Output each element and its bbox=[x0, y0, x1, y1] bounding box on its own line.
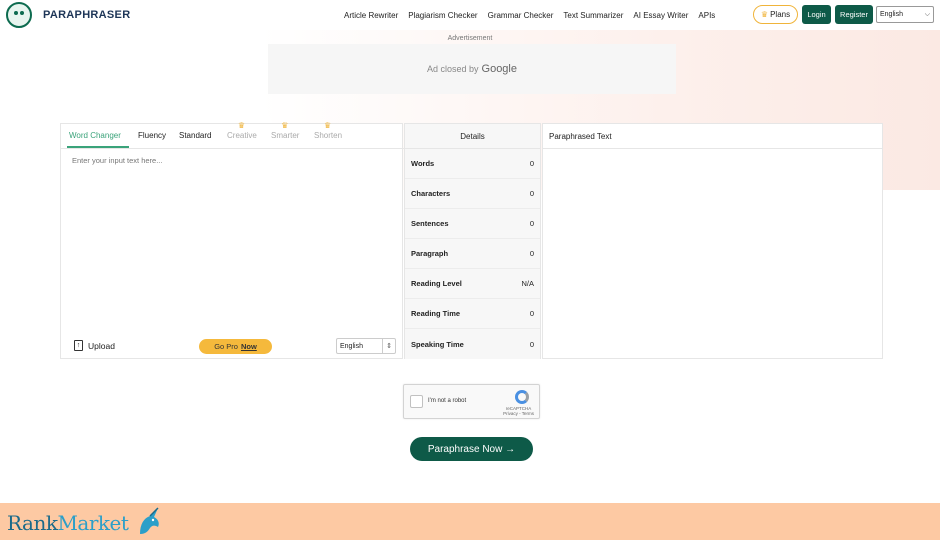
go-pro-button[interactable]: Go Pro Now bbox=[199, 339, 272, 354]
rankmarket-logo-part1: Rank bbox=[7, 511, 58, 535]
input-language-value: English bbox=[340, 342, 363, 350]
details-row-speaking-time: Speaking Time 0 bbox=[405, 329, 540, 359]
recaptcha-widget: I'm not a robot reCAPTCHA Privacy - Term… bbox=[403, 384, 540, 419]
output-panel: Paraphrased Text bbox=[542, 123, 883, 359]
paraphrase-tool: Word Changer Fluency Standard ♛ Creative … bbox=[60, 121, 883, 359]
details-label: Sentences bbox=[411, 219, 449, 228]
tab-standard[interactable]: Standard bbox=[179, 131, 211, 140]
details-title: Details bbox=[405, 124, 540, 149]
go-pro-label: Go Pro bbox=[214, 342, 238, 351]
rankmarket-logo[interactable]: RankMarket bbox=[7, 511, 129, 535]
details-label: Reading Level bbox=[411, 279, 462, 288]
active-tab-indicator bbox=[67, 146, 129, 148]
details-label: Words bbox=[411, 159, 435, 168]
tab-label: Smarter bbox=[271, 131, 300, 140]
tab-creative[interactable]: ♛ Creative bbox=[227, 121, 257, 140]
input-language-select[interactable]: English ⇕ bbox=[336, 338, 396, 354]
tab-label: Fluency bbox=[138, 131, 167, 140]
details-value: 0 bbox=[529, 339, 534, 349]
details-label: Speaking Time bbox=[411, 339, 464, 349]
crown-icon: ♛ bbox=[324, 121, 332, 130]
details-value: 0 bbox=[529, 189, 534, 198]
google-brand: Google bbox=[481, 63, 517, 75]
brand-name: PARAPHRASER bbox=[43, 9, 131, 21]
unicorn-icon bbox=[140, 507, 159, 534]
tab-word-changer[interactable]: Word Changer bbox=[69, 131, 121, 140]
input-text-area[interactable]: Enter your input text here... bbox=[72, 156, 162, 165]
upload-file-icon: ↑ bbox=[74, 340, 83, 351]
tab-label: Creative bbox=[227, 131, 257, 140]
details-label: Reading Time bbox=[411, 309, 461, 318]
upload-label: Upload bbox=[88, 340, 115, 351]
details-row-reading-time: Reading Time 0 bbox=[405, 299, 540, 329]
details-label: Characters bbox=[411, 189, 451, 198]
details-value: 0 bbox=[529, 219, 534, 228]
up-down-icon: ⇕ bbox=[382, 339, 395, 353]
go-pro-now: Now bbox=[240, 342, 257, 351]
tab-smarter[interactable]: ♛ Smarter bbox=[271, 121, 300, 140]
recaptcha-logo-icon bbox=[515, 390, 529, 404]
crown-icon: ♛ bbox=[281, 121, 289, 130]
recaptcha-links[interactable]: Privacy - Terms bbox=[503, 411, 534, 416]
details-row-words: Words 0 bbox=[405, 149, 540, 179]
output-title: Paraphrased Text bbox=[543, 124, 882, 149]
tab-label: Shorten bbox=[314, 131, 343, 140]
tab-shorten[interactable]: ♛ Shorten bbox=[314, 121, 343, 140]
tab-fluency[interactable]: Fluency bbox=[138, 131, 166, 140]
details-value: 0 bbox=[529, 309, 534, 318]
input-panel: Word Changer Fluency Standard ♛ Creative … bbox=[60, 121, 404, 359]
details-row-reading-level: Reading Level N/A bbox=[405, 269, 540, 299]
details-panel: Details Words 0 Characters 0 Sentences 0 Pa… bbox=[404, 123, 541, 359]
details-label: Paragraph bbox=[411, 249, 449, 258]
tab-label: Word Changer bbox=[69, 131, 121, 140]
rankmarket-logo-part2: Market bbox=[57, 511, 129, 535]
details-value: 0 bbox=[529, 159, 534, 168]
details-row-sentences: Sentences 0 bbox=[405, 209, 540, 239]
owl-logo-icon bbox=[6, 2, 32, 28]
ad-container: Ad closed by Google bbox=[268, 44, 676, 94]
details-value: N/A bbox=[521, 279, 534, 288]
footer-banner: RankMarket bbox=[0, 503, 940, 540]
recaptcha-label: I'm not a robot bbox=[428, 398, 467, 404]
paraphrase-now-button[interactable]: Paraphrase Now → bbox=[410, 437, 533, 461]
crown-icon: ♛ bbox=[237, 121, 246, 130]
recaptcha-brand: reCAPTCHA Privacy - Terms bbox=[503, 406, 534, 416]
header: PARAPHRASER bbox=[0, 0, 940, 30]
upload-button[interactable]: ↑ Upload bbox=[74, 340, 115, 351]
mode-tabs: Word Changer Fluency Standard ♛ Creative … bbox=[61, 121, 404, 149]
logo[interactable]: PARAPHRASER bbox=[6, 2, 130, 28]
details-value: 0 bbox=[529, 249, 534, 258]
tab-label: Standard bbox=[179, 131, 212, 140]
details-row-characters: Characters 0 bbox=[405, 179, 540, 209]
ad-closed-text: Ad closed by bbox=[426, 64, 479, 74]
recaptcha-checkbox[interactable] bbox=[410, 395, 423, 408]
details-row-paragraph: Paragraph 0 bbox=[405, 239, 540, 269]
advertisement-label: Advertisement bbox=[447, 35, 493, 42]
